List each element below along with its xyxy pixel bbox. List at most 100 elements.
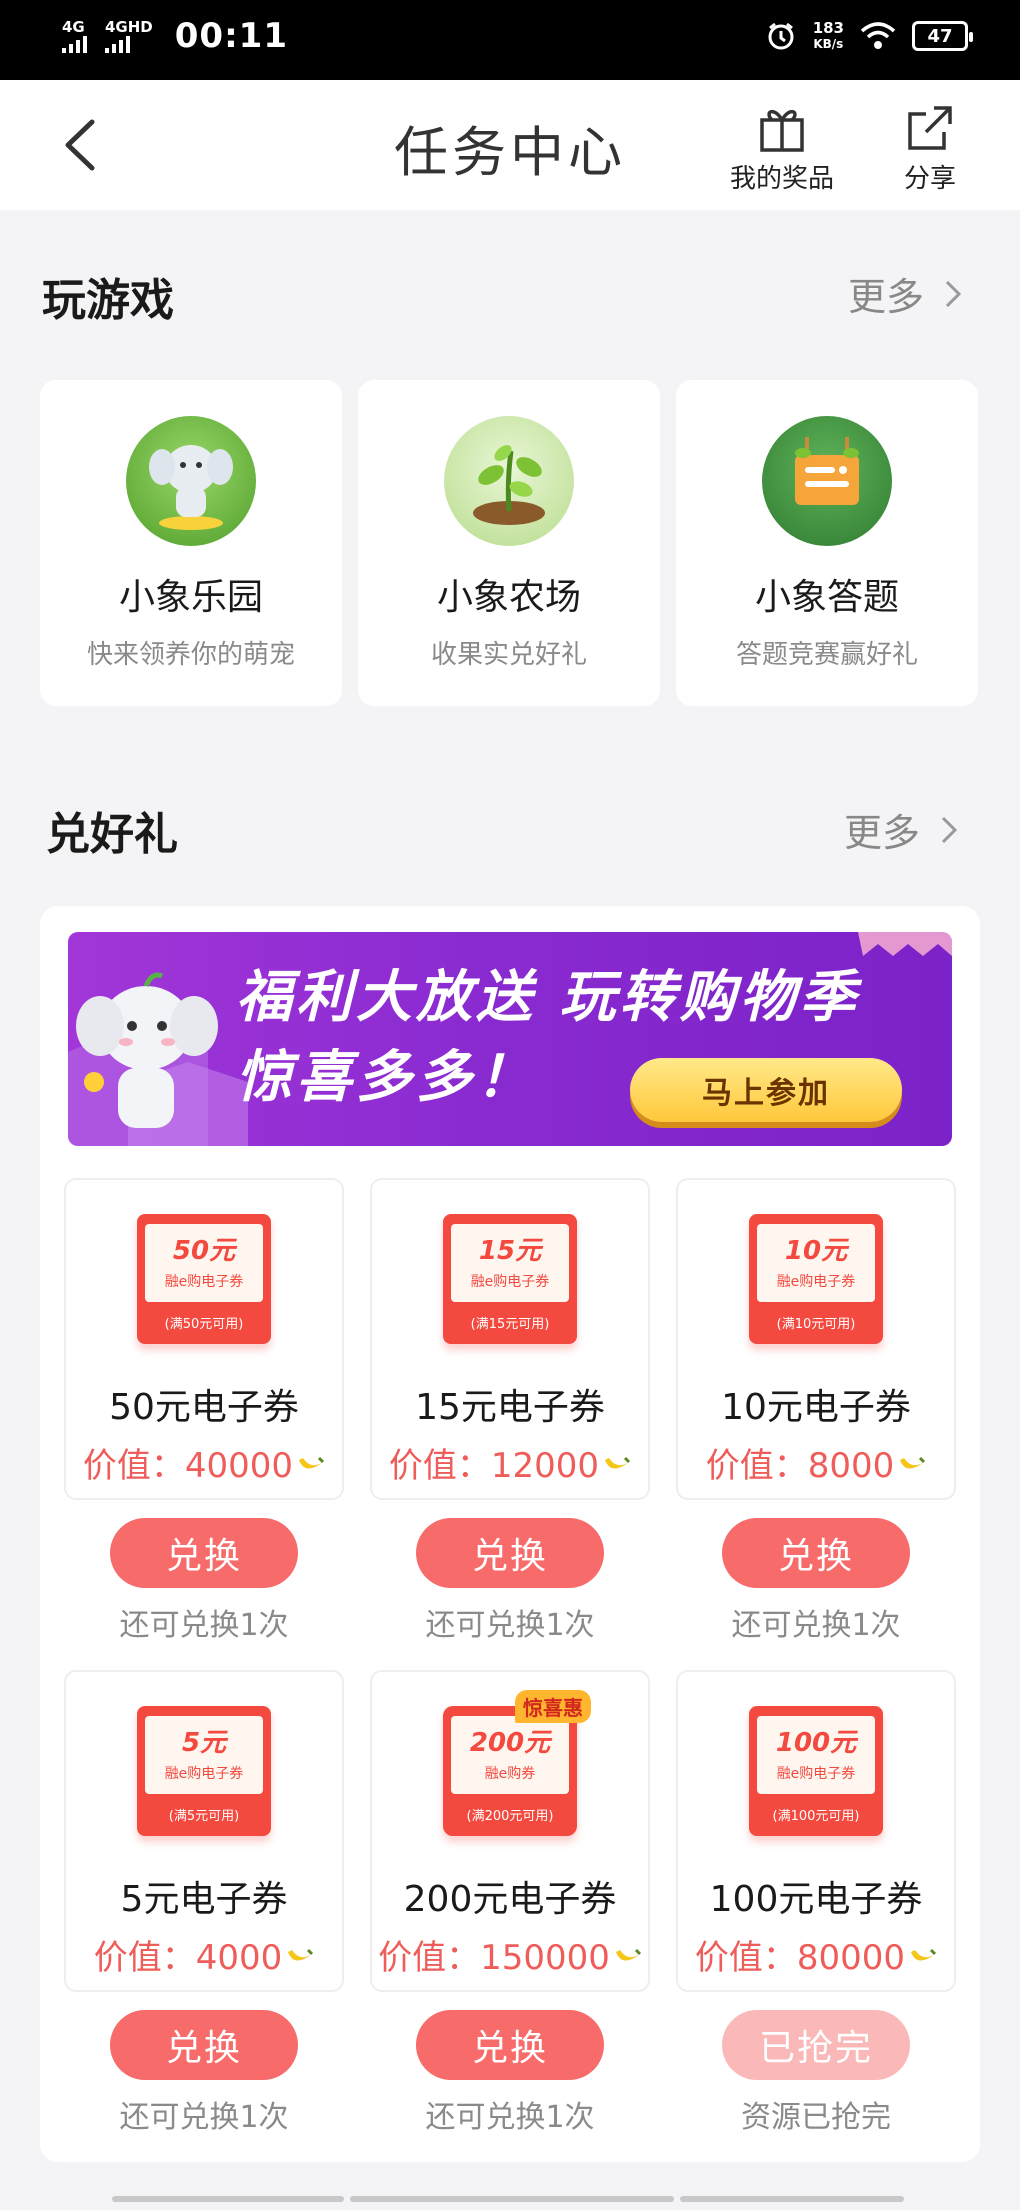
remaining-count: 还可兑换1次 [425, 2100, 595, 2135]
banana-icon [900, 1456, 926, 1469]
signal-bars-icon [105, 35, 130, 53]
game-card-quiz[interactable]: 小象答题 答题竞赛赢好礼 [676, 380, 978, 706]
coupon-condition: (满15元可用) [470, 1317, 550, 1332]
game-card-park[interactable]: 小象乐园 快来领养你的萌宠 [40, 380, 342, 706]
sold-out-button[interactable]: 已抢完 [722, 2010, 910, 2080]
elephant-mascot-icon [76, 972, 218, 1128]
more-label: 更多 [848, 275, 925, 319]
prize-value: 价值：80000 [695, 1930, 937, 1979]
exchange-button[interactable]: 兑换 [110, 1518, 298, 1588]
game-desc: 快来领养你的萌宠 [86, 640, 295, 670]
banana-icon [605, 1456, 631, 1469]
clock: 00:11 [174, 16, 288, 56]
scroll-indicator [350, 2196, 674, 2202]
share-button[interactable]: 分享 [904, 102, 956, 195]
coupon-image: 50元 融e购电子券 (满50元可用) [137, 1214, 271, 1344]
prize-name: 200元电子券 [403, 1879, 617, 1920]
banner-subheadline: 惊喜多多！ [236, 1045, 536, 1110]
prize-value: 价值：8000 [706, 1438, 927, 1487]
coupon-type: 融e购电子券 [470, 1274, 550, 1290]
prize-name: 5元电子券 [120, 1879, 288, 1920]
prize-value: 价值：4000 [94, 1930, 315, 1979]
coupon-condition: (满100元可用) [772, 1809, 860, 1824]
battery-indicator: 47 [912, 21, 973, 51]
game-card-farm[interactable]: 小象农场 收果实兑好礼 [358, 380, 660, 706]
my-prizes-button[interactable]: 我的奖品 [730, 102, 834, 195]
signal-bars-icon [62, 35, 87, 53]
share-icon [908, 106, 952, 150]
remaining-count: 还可兑换1次 [119, 1608, 289, 1643]
nav-bar: 任务中心 我的奖品 分享 [0, 80, 1020, 210]
coupon-image: 15元 融e购电子券 (满15元可用) [443, 1214, 577, 1344]
prize-card[interactable]: 10元 融e购电子券 (满10元可用) 10元电子券 价值：8000 [676, 1178, 956, 1500]
prize-value-text: 价值：80000 [694, 1938, 906, 1978]
signal-1: 4G [62, 19, 87, 53]
prize-value-text: 价值：12000 [388, 1446, 600, 1486]
coupon-amount: 15元 [478, 1236, 542, 1266]
exchange-button[interactable]: 兑换 [416, 1518, 604, 1588]
share-label: 分享 [904, 164, 957, 194]
coupon-condition: (满50元可用) [164, 1317, 244, 1332]
exchange-button[interactable]: 兑换 [416, 2010, 604, 2080]
prize-value-text: 价值：40000 [82, 1446, 294, 1486]
prize-value-text: 价值：8000 [705, 1446, 895, 1486]
game-name: 小象乐园 [118, 577, 263, 618]
coupon-amount: 5元 [181, 1728, 227, 1758]
status-bar: 4G 4GHD 00:11 183 KB/s 47 [0, 0, 1020, 80]
coupon-condition: (满200元可用) [466, 1809, 554, 1824]
prize-value: 价值：12000 [389, 1438, 631, 1487]
page-title: 任务中心 [394, 121, 626, 184]
network-type-2: 4GHD [105, 18, 153, 36]
prize-card[interactable]: 50元 融e购电子券 (满50元可用) 50元电子券 价值：40000 [64, 1178, 344, 1500]
scroll-indicator [680, 2196, 904, 2202]
signal-2: 4GHD [105, 19, 153, 53]
prize-value-text: 价值：150000 [378, 1938, 610, 1978]
coupon-condition: (满5元可用) [168, 1809, 240, 1824]
coupon-amount: 200元 [469, 1728, 551, 1758]
prize-card[interactable]: 15元 融e购电子券 (满15元可用) 15元电子券 价值：12000 [370, 1178, 650, 1500]
games-section-title: 玩游戏 [42, 275, 174, 326]
exchange-button[interactable]: 兑换 [722, 1518, 910, 1588]
chevron-right-icon [941, 816, 958, 843]
prize-value-text: 价值：4000 [93, 1938, 283, 1978]
network-speed: 183 KB/s [813, 20, 844, 52]
coupon-image: 5元 融e购电子券 (满5元可用) [137, 1706, 271, 1836]
banana-icon [615, 1948, 641, 1961]
coupon-type: 融e购电子券 [776, 1766, 856, 1782]
speed-unit: KB/s [813, 37, 844, 51]
remaining-count: 还可兑换1次 [119, 2100, 289, 2135]
coupon-condition: (满10元可用) [776, 1317, 856, 1332]
alarm-icon [768, 22, 794, 50]
banana-icon [288, 1948, 314, 1961]
surprise-tag: 惊喜惠 [515, 1690, 591, 1723]
my-prizes-label: 我的奖品 [730, 164, 835, 194]
promo-banner[interactable]: 福利大放送 玩转购物季 惊喜多多！ 马上参加 [68, 932, 952, 1146]
sold-out-status: 资源已抢完 [741, 2100, 891, 2135]
prize-card[interactable]: 100元 融e购电子券 (满100元可用) 100元电子券 价值：80000 [676, 1670, 956, 1992]
prize-name: 50元电子券 [109, 1387, 299, 1428]
join-now-button[interactable]: 马上参加 [630, 1058, 902, 1122]
banner-headline: 福利大放送 玩转购物季 [236, 965, 860, 1030]
coupon-type: 融e购电子券 [164, 1766, 244, 1782]
speed-value: 183 [812, 19, 844, 37]
prize-name: 10元电子券 [721, 1387, 911, 1428]
gifts-more-link[interactable]: 更多 [844, 802, 958, 857]
prize-card[interactable]: 200元 融e购券 (满200元可用) 惊喜惠 200元电子券 价值：15000… [370, 1670, 650, 1992]
gift-icon [760, 109, 804, 152]
games-more-link[interactable]: 更多 [848, 266, 962, 321]
prize-card[interactable]: 5元 融e购电子券 (满5元可用) 5元电子券 价值：4000 [64, 1670, 344, 1992]
game-name: 小象答题 [754, 577, 899, 618]
quiz-board-icon [762, 416, 892, 546]
banana-icon [299, 1456, 325, 1469]
banana-icon [911, 1948, 937, 1961]
chevron-right-icon [945, 280, 962, 307]
coupon-amount: 10元 [784, 1236, 848, 1266]
exchange-button[interactable]: 兑换 [110, 2010, 298, 2080]
coupon-amount: 100元 [775, 1728, 857, 1758]
coupon-image: 10元 融e购电子券 (满10元可用) [749, 1214, 883, 1344]
prize-value: 价值：150000 [378, 1930, 642, 1979]
game-desc: 收果实兑好礼 [430, 640, 587, 670]
prize-name: 100元电子券 [709, 1879, 923, 1920]
scroll-indicator [112, 2196, 344, 2202]
prize-value: 价值：40000 [83, 1438, 325, 1487]
